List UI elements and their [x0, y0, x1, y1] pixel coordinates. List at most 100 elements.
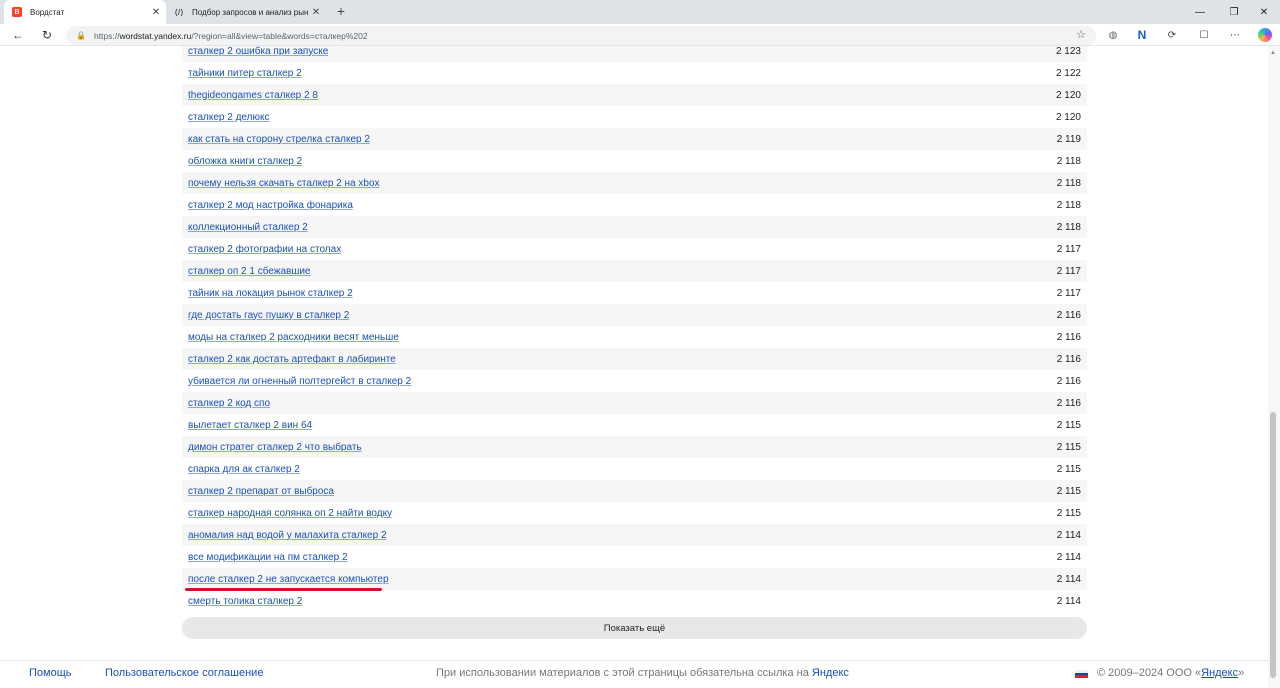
query-link[interactable]: сталкер народная солянка оп 2 найти водк…	[188, 508, 392, 519]
query-count: 2 114	[1056, 551, 1081, 563]
table-row: сталкер 2 фотографии на столах 2 117	[182, 238, 1087, 260]
extension-globe-icon[interactable]: ◍	[1106, 28, 1120, 42]
attribution-text: При использовании материалов с этой стра…	[436, 667, 812, 679]
query-link[interactable]: аномалия над водой у малахита сталкер 2	[188, 530, 387, 541]
url-host: wordstat.yandex.ru	[119, 30, 192, 41]
new-tab-icon[interactable]: +	[333, 3, 349, 19]
table-row: сталкер 2 код спо 2 116	[182, 392, 1087, 414]
address-bar[interactable]: 🔒 https://wordstat.yandex.ru/?region=all…	[66, 26, 1096, 45]
browser-toolbar: ← ↻ 🔒 https://wordstat.yandex.ru/?region…	[0, 24, 1280, 46]
scrollbar-thumb[interactable]	[1270, 412, 1276, 678]
query-link[interactable]: после сталкер 2 не запускается компьютер	[185, 574, 389, 591]
close-tab-icon[interactable]: ✕	[309, 5, 323, 19]
menu-dots-icon[interactable]: ⋯	[1228, 28, 1242, 42]
footer: Помощь Пользовательское соглашение При и…	[0, 660, 1268, 688]
query-link[interactable]: спарка для ак сталкер 2	[188, 464, 300, 475]
query-link[interactable]: сталкер 2 мод настройка фонарика	[188, 200, 353, 211]
table-row: почему нельзя скачать сталкер 2 на xbox 2…	[182, 172, 1087, 194]
russian-flag-icon[interactable]	[1075, 670, 1088, 678]
table-row: сталкер 2 как достать артефакт в лабирин…	[182, 348, 1087, 370]
query-link[interactable]: тайники питер сталкер 2	[188, 68, 302, 79]
query-link[interactable]: сталкер 2 препарат от выброса	[188, 486, 334, 497]
site-info-icon[interactable]: 🔒	[76, 31, 86, 40]
table-row: обложка книги сталкер 2 2 118	[182, 150, 1087, 172]
query-count: 2 114	[1056, 529, 1081, 541]
red-underline-annotation	[185, 587, 382, 591]
query-link[interactable]: моды на сталкер 2 расходники весят меньш…	[188, 332, 399, 343]
query-link[interactable]: вылетает сталкер 2 вин 64	[188, 420, 312, 431]
query-count: 2 115	[1056, 463, 1081, 475]
yandex-company-link[interactable]: Яндекс	[1201, 667, 1238, 679]
page-content: сталкер 2 ошибка при запуске 2 123 тайники…	[0, 46, 1268, 688]
close-window-icon[interactable]: ✕	[1244, 0, 1280, 24]
yandex-link[interactable]: Яндекс	[812, 667, 849, 679]
help-link[interactable]: Помощь	[29, 667, 72, 679]
show-more-button[interactable]: Показать ещё	[182, 617, 1087, 639]
table-row: тайники питер сталкер 2 2 122	[182, 62, 1087, 84]
query-link[interactable]: смерть толика сталкер 2	[188, 596, 302, 607]
url-scheme: https://	[93, 30, 120, 41]
query-count: 2 120	[1055, 111, 1081, 123]
table-row: все модификации на пм сталкер 2 2 114	[182, 546, 1087, 568]
query-link[interactable]: где достать гаус пушку в сталкер 2	[188, 310, 349, 321]
query-link[interactable]: сталкер оп 2 1 сбежавшие	[188, 266, 311, 277]
query-count: 2 118	[1056, 199, 1081, 211]
table-row: вылетает сталкер 2 вин 64 2 115	[182, 414, 1087, 436]
table-row: убивается ли огненный полтергейст в стал…	[182, 370, 1087, 392]
query-link[interactable]: сталкер 2 код спо	[188, 398, 270, 409]
copyright-text: © 2009–2024 ООО «	[1097, 667, 1202, 679]
query-count: 2 114	[1056, 595, 1081, 607]
query-count: 2 118	[1056, 155, 1081, 167]
back-arrow-icon[interactable]: ←	[9, 26, 27, 44]
table-row: как стать на сторону стрелка сталкер 2 2 …	[182, 128, 1087, 150]
copyright: © 2009–2024 ООО «Яндекс»	[1097, 667, 1244, 679]
table-row: спарка для ак сталкер 2 2 115	[182, 458, 1087, 480]
favorite-star-icon[interactable]: ☆	[1076, 28, 1086, 41]
tab-title: Вордстат	[30, 7, 65, 17]
query-link[interactable]: тайник на локация рынок сталкер 2	[188, 288, 353, 299]
table-row: тайник на локация рынок сталкер 2 2 117	[182, 282, 1087, 304]
query-count: 2 115	[1056, 441, 1081, 453]
query-link[interactable]: как стать на сторону стрелка сталкер 2	[188, 134, 370, 145]
query-count: 2 118	[1056, 177, 1081, 189]
table-row: аномалия над водой у малахита сталкер 2 2…	[182, 524, 1087, 546]
table-row: сталкер 2 делюкс 2 120	[182, 106, 1087, 128]
query-link[interactable]: коллекционный сталкер 2	[188, 222, 308, 233]
query-count: 2 117	[1056, 287, 1081, 299]
table-row: сталкер оп 2 1 сбежавшие 2 117	[182, 260, 1087, 282]
attribution-notice: При использовании материалов с этой стра…	[436, 667, 849, 679]
query-link[interactable]: убивается ли огненный полтергейст в стал…	[188, 376, 411, 387]
sidebar-icon[interactable]: ☐	[1197, 28, 1211, 42]
copilot-icon[interactable]	[1258, 28, 1272, 42]
close-tab-icon[interactable]: ✕	[149, 5, 163, 19]
query-link[interactable]: сталкер 2 как достать артефакт в лабирин…	[188, 354, 396, 365]
terms-link[interactable]: Пользовательское соглашение	[105, 667, 263, 679]
query-link[interactable]: thegideongames сталкер 2 8	[188, 90, 318, 101]
query-link[interactable]: сталкер 2 фотографии на столах	[188, 244, 341, 255]
tab-bar: В Вордстат ✕ ⟨/⟩ Подбор запросов и анали…	[0, 0, 1280, 24]
tab-query-selection[interactable]: ⟨/⟩ Подбор запросов и анализ рын ✕	[168, 0, 326, 24]
query-link[interactable]: почему нельзя скачать сталкер 2 на xbox	[188, 178, 380, 189]
query-count: 2 116	[1056, 353, 1081, 365]
extensions-puzzle-icon[interactable]: ⟳	[1165, 28, 1179, 42]
table-row: сталкер народная солянка оп 2 найти водк…	[182, 502, 1087, 524]
wordstat-favicon-icon: В	[12, 7, 22, 17]
reload-icon[interactable]: ↻	[38, 26, 56, 44]
table-row: смерть толика сталкер 2 2 114	[182, 590, 1087, 612]
query-link[interactable]: все модификации на пм сталкер 2	[188, 552, 348, 563]
extension-n-icon[interactable]: N	[1135, 28, 1149, 42]
table-row: сталкер 2 препарат от выброса 2 115	[182, 480, 1087, 502]
query-count: 2 116	[1056, 397, 1081, 409]
query-link[interactable]: обложка книги сталкер 2	[188, 156, 302, 167]
query-link[interactable]: димон стратег сталкер 2 что выбрать	[188, 442, 362, 453]
scroll-up-arrow-icon[interactable]: ▲	[1270, 50, 1276, 56]
tab-wordstat[interactable]: В Вордстат ✕	[4, 0, 166, 24]
query-count: 2 115	[1056, 419, 1081, 431]
table-row: сталкер 2 ошибка при запуске 2 123	[182, 46, 1087, 62]
table-row: сталкер 2 мод настройка фонарика 2 118	[182, 194, 1087, 216]
query-count: 2 115	[1056, 485, 1081, 497]
tab-title: Подбор запросов и анализ рын	[192, 7, 309, 17]
query-link[interactable]: сталкер 2 делюкс	[188, 112, 269, 123]
query-link[interactable]: сталкер 2 ошибка при запуске	[188, 46, 328, 57]
query-count: 2 119	[1056, 133, 1081, 145]
